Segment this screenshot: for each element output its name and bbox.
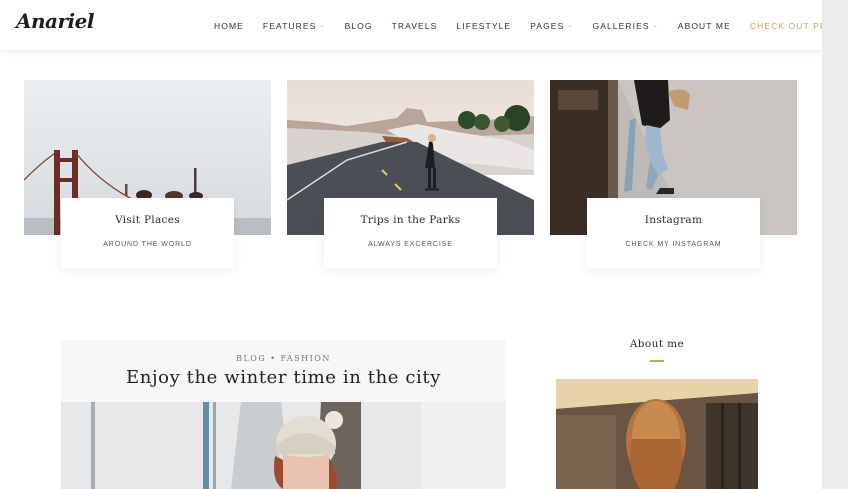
nav-item-blog[interactable]: BLOG [345,21,373,31]
site-logo[interactable]: Anariel [16,9,94,33]
page: Anariel HOME FEATURES ⌄ BLOG TRAVELS LIFE… [0,0,822,489]
widget-title-divider [650,360,664,362]
nav-item-home[interactable]: HOME [214,21,244,31]
featured-subtitle: CHECK MY INSTAGRAM [625,241,722,248]
nav-item-label: TRAVELS [391,20,438,31]
post-category[interactable]: BLOG • FASHION [61,354,506,363]
site-header: Anariel HOME FEATURES ⌄ BLOG TRAVELS LIFE… [0,0,822,51]
featured-card-trips[interactable]: Trips in the Parks ALWAYS EXCERCISE [324,198,497,268]
chevron-down-icon: ⌄ [652,23,659,29]
nav-item-pages[interactable]: PAGES ⌄ [530,21,573,31]
nav-item-label: LIFESTYLE [456,20,512,31]
chevron-down-icon: ⌄ [319,23,326,29]
nav-item-label: BLOG [344,20,373,31]
nav-item-lifestyle[interactable]: LIFESTYLE [456,21,511,31]
featured-title: Visit Places [115,214,180,226]
post-title[interactable]: Enjoy the winter time in the city [61,367,506,388]
nav-item-features[interactable]: FEATURES ⌄ [263,21,326,31]
post-header: BLOG • FASHION Enjoy the winter time in … [61,340,506,402]
about-widget-title: About me [629,338,685,350]
main-nav: HOME FEATURES ⌄ BLOG TRAVELS LIFESTYLE PA… [214,0,822,51]
nav-item-label: PAGES [530,20,565,31]
post-featured-image[interactable] [61,402,506,489]
nav-item-label: HOME [214,20,244,31]
chevron-down-icon: ⌄ [567,23,574,29]
featured-card-visit-places[interactable]: Visit Places AROUND THE WORLD [61,198,234,268]
featured-subtitle: AROUND THE WORLD [103,241,192,248]
premium-link[interactable]: CHECK OUT PREMIUM VERSION [750,21,822,31]
nav-item-galleries[interactable]: GALLERIES ⌄ [593,21,659,31]
about-me-image[interactable] [556,379,758,489]
featured-subtitle: ALWAYS EXCERCISE [368,241,453,248]
featured-card-instagram[interactable]: Instagram CHECK MY INSTAGRAM [587,198,760,268]
nav-item-label: ABOUT ME [677,20,731,31]
featured-title: Trips in the Parks [360,214,461,226]
featured-title: Instagram [644,214,703,226]
nav-item-about[interactable]: ABOUT ME [678,21,731,31]
nav-item-label: FEATURES [262,20,317,31]
nav-item-label: GALLERIES [592,20,650,31]
window-edge [822,0,848,489]
nav-item-travels[interactable]: TRAVELS [392,21,438,31]
